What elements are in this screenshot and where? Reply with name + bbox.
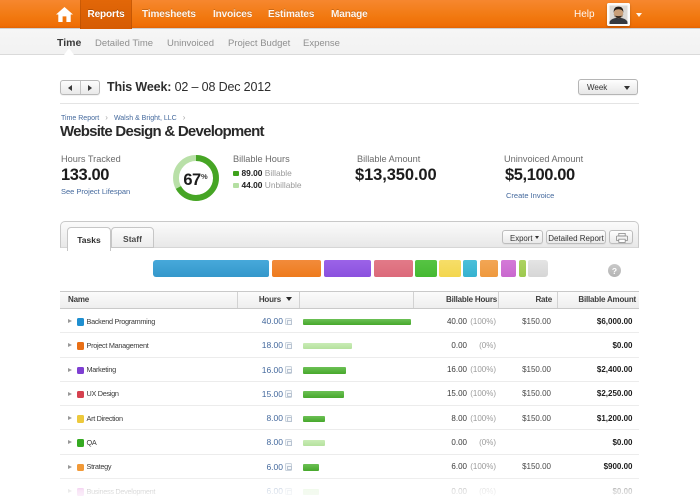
svg-text:67: 67 [183,171,201,189]
svg-text:%: % [201,172,208,181]
